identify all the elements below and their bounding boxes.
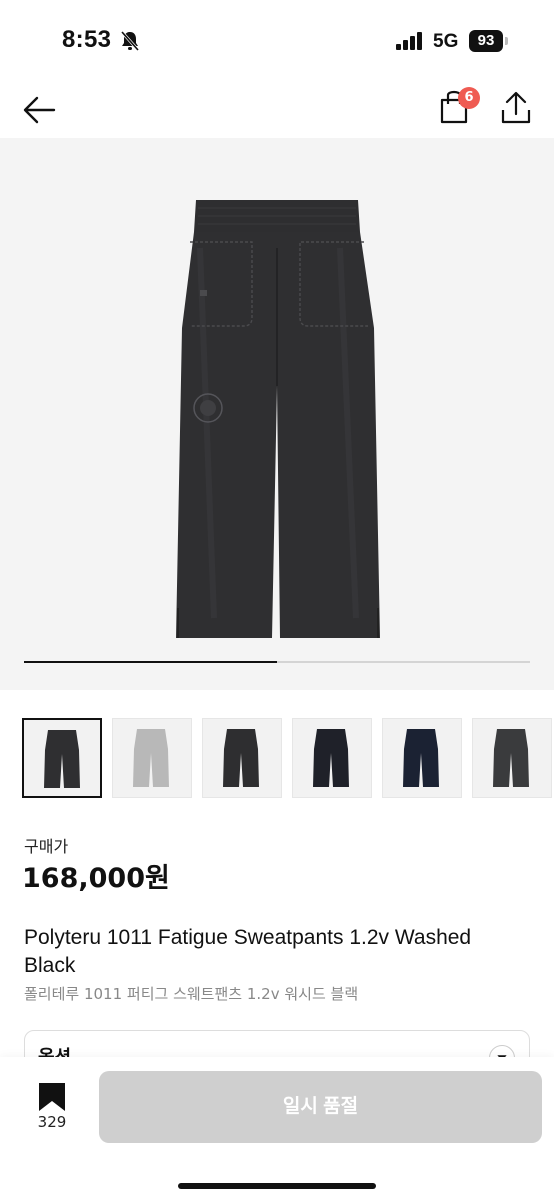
cart-count-badge: 6: [458, 87, 480, 109]
product-image-gallery[interactable]: [0, 138, 554, 690]
thumbnail-3[interactable]: [202, 718, 282, 798]
gallery-progress: [24, 661, 530, 663]
product-title-ko: 폴리테루 1011 퍼티그 스웨트팬츠 1.2v 워시드 블랙: [24, 985, 359, 1003]
status-time: 8:53: [62, 26, 112, 53]
thumbnail-strip: [22, 718, 554, 800]
gallery-progress-fill: [24, 661, 277, 663]
thumbnail-image: [223, 729, 259, 787]
thumbnail-image: [44, 730, 80, 788]
price-value: 168,000원: [22, 863, 170, 894]
top-nav: 6: [0, 84, 554, 136]
back-arrow-icon[interactable]: [20, 90, 60, 130]
thumbnail-image: [133, 729, 169, 787]
thumbnail-image: [493, 729, 529, 787]
product-image: [176, 200, 380, 638]
thumbnail-1[interactable]: [22, 718, 102, 798]
home-indicator: [178, 1183, 376, 1189]
thumbnail-5[interactable]: [382, 718, 462, 798]
thumbnail-6[interactable]: [472, 718, 552, 798]
thumbnail-2[interactable]: [112, 718, 192, 798]
battery-tip: [505, 37, 508, 45]
product-title-en: Polyteru 1011 Fatigue Sweatpants 1.2v Wa…: [24, 926, 472, 977]
thumbnail-image: [403, 729, 439, 787]
share-icon[interactable]: [496, 88, 536, 128]
price-label: 구매가: [24, 837, 69, 856]
status-bar: 8:53 5G 93: [0, 0, 554, 84]
bookmark-count: 329: [37, 1113, 67, 1131]
network-label: 5G: [433, 31, 459, 52]
thumbnail-image: [313, 729, 349, 787]
sold-out-button[interactable]: 일시 품절: [99, 1071, 542, 1143]
signal-icon: [396, 32, 422, 50]
battery-indicator: 93: [469, 30, 503, 52]
thumbnail-4[interactable]: [292, 718, 372, 798]
bottom-action-bar: 329 일시 품절: [0, 1057, 554, 1200]
bell-slash-icon: [120, 31, 140, 51]
